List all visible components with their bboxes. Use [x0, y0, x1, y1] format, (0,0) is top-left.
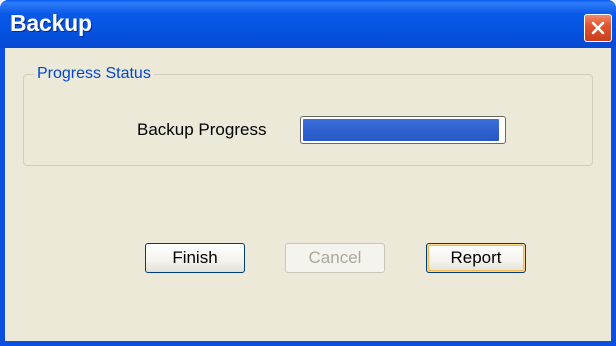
backup-progress-bar [300, 116, 506, 144]
backup-window: Backup Progress Status Backup Progress F… [0, 0, 616, 346]
finish-button[interactable]: Finish [145, 243, 245, 273]
progress-fill [303, 119, 499, 141]
title-bar[interactable]: Backup [0, 0, 616, 48]
progress-status-group: Progress Status Backup Progress [23, 64, 593, 166]
close-icon [591, 21, 605, 35]
cancel-button[interactable]: Cancel [285, 243, 385, 273]
close-button[interactable] [584, 14, 612, 42]
dialog-body: Progress Status Backup Progress Finish C… [5, 48, 611, 341]
window-title: Backup [10, 10, 92, 36]
report-button[interactable]: Report [426, 243, 526, 273]
backup-progress-label: Backup Progress [137, 120, 267, 139]
group-legend: Progress Status [34, 64, 154, 84]
